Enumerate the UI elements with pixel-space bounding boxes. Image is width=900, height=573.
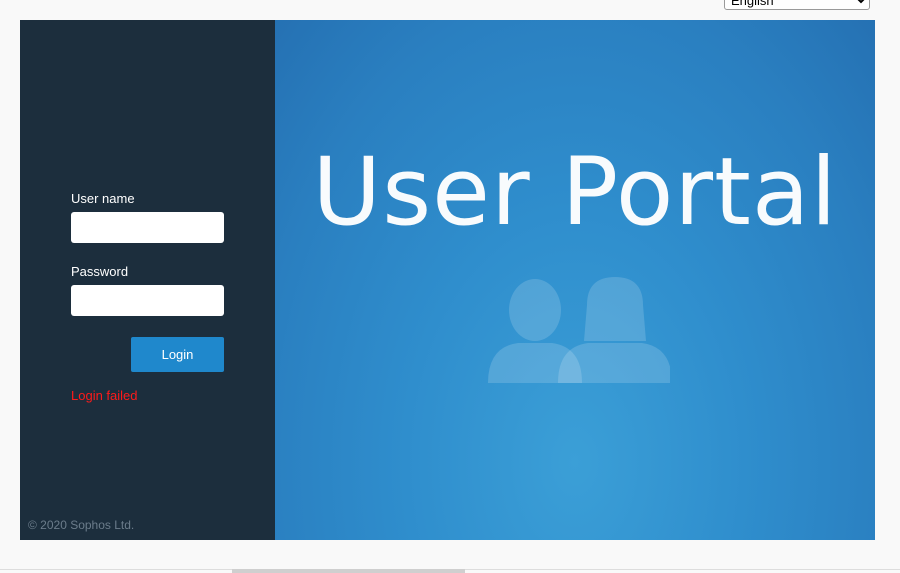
login-error-message: Login failed <box>71 388 138 403</box>
login-panel: User name Password Login Login failed © … <box>20 20 275 540</box>
scrollbar-thumb[interactable] <box>232 569 465 573</box>
username-input[interactable] <box>71 212 224 243</box>
password-label: Password <box>71 264 129 279</box>
login-container: User name Password Login Login failed © … <box>20 20 875 540</box>
login-button[interactable]: Login <box>131 337 224 372</box>
hero-panel: User Portal <box>275 20 875 540</box>
copyright-text: © 2020 Sophos Ltd. <box>28 518 135 532</box>
users-icon <box>488 277 670 383</box>
portal-title: User Portal <box>312 138 838 247</box>
username-label: User name <box>71 191 135 206</box>
password-input[interactable] <box>71 285 224 316</box>
language-select[interactable]: English <box>724 0 870 10</box>
